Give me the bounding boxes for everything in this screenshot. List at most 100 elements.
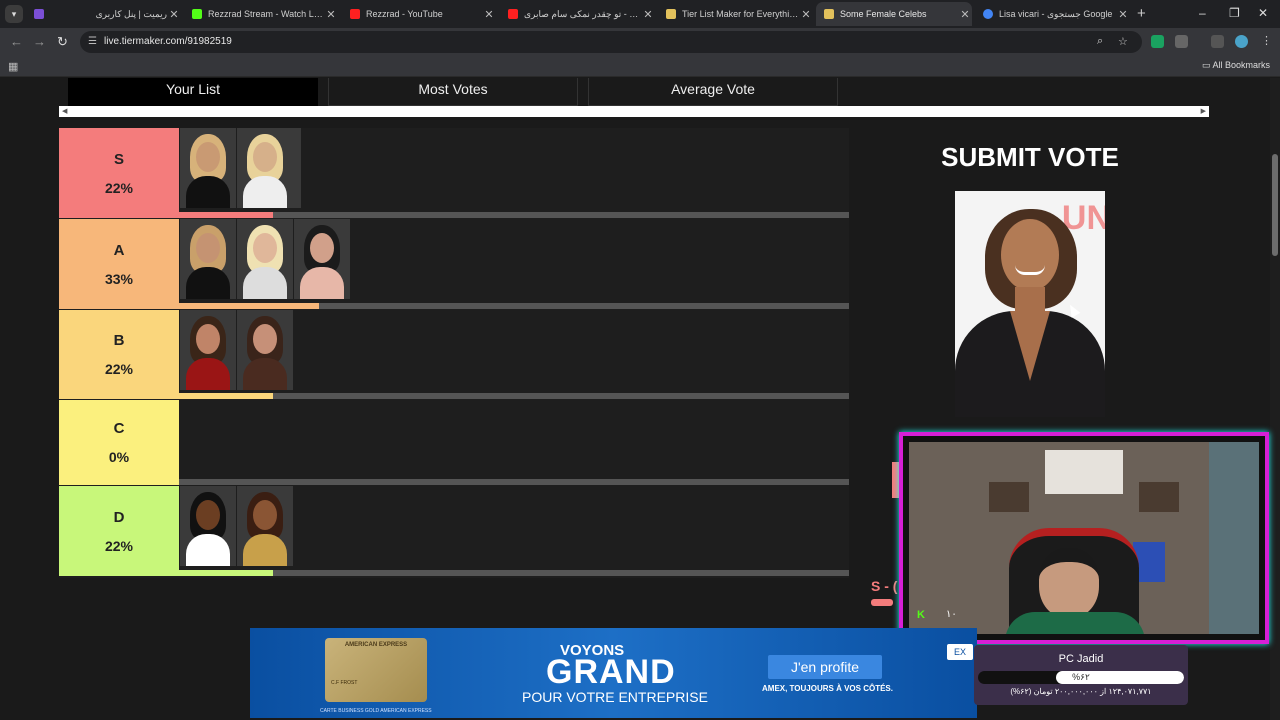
browser-tab-2[interactable]: Rezzrad Stream - Watch Live on ✕	[184, 2, 338, 26]
tier-label[interactable]: C 0%	[59, 400, 179, 485]
donation-percent: %۶۲	[1072, 672, 1090, 682]
all-bookmarks-button[interactable]: ▭ All Bookmarks	[1202, 60, 1270, 71]
tab-close-icon[interactable]: ✕	[799, 8, 813, 21]
tab-label: Tier List Maker for Everything -	[682, 9, 799, 19]
ad-headline-3: POUR VOTRE ENTREPRISE	[522, 689, 708, 705]
tab-close-icon[interactable]: ✕	[958, 8, 972, 21]
tab-search-icon[interactable]: ▾	[5, 5, 23, 23]
card-holder: C.F FROST	[331, 680, 358, 686]
tab-close-icon[interactable]: ✕	[324, 8, 338, 21]
site-info-icon[interactable]: ☰	[88, 36, 99, 47]
celeb-photo[interactable]	[180, 486, 236, 566]
tab-close-icon[interactable]: ✕	[1116, 8, 1130, 21]
tab-favicon	[192, 9, 202, 19]
bookmark-star-icon[interactable]: ☆	[1118, 35, 1128, 48]
tier-row-a: A 33%	[59, 219, 849, 309]
browser-tab-1[interactable]: ریمیت | پنل کاربری ✕	[26, 2, 181, 26]
tier-letter: A	[113, 241, 125, 259]
tier-letter: D	[113, 508, 125, 526]
tab-close-icon[interactable]: ✕	[641, 8, 655, 21]
media-controls-icon[interactable]	[1211, 35, 1224, 48]
menu-dots-icon[interactable]: ⋮	[1261, 34, 1272, 47]
celeb-photo[interactable]	[237, 219, 293, 299]
streamer-body	[1005, 612, 1145, 634]
forward-icon[interactable]: →	[33, 34, 46, 49]
tier-label[interactable]: S 22%	[59, 128, 179, 218]
tab-your-list[interactable]: Your List	[68, 78, 318, 106]
tab-average-vote[interactable]: Average Vote	[588, 78, 838, 106]
photo-face	[196, 233, 220, 263]
browser-tab-5[interactable]: Tier List Maker for Everything - ✕	[658, 2, 813, 26]
ad-close-icon[interactable]: EX	[947, 644, 973, 660]
tier-label[interactable]: B 22%	[59, 310, 179, 399]
browser-tab-7[interactable]: Lisa vicari - جستجوی Google ✕	[975, 2, 1130, 26]
tier-progress-fill	[179, 303, 319, 309]
scroll-left-icon[interactable]: ◀	[62, 107, 67, 115]
tier-percent: 22%	[104, 361, 134, 377]
back-icon[interactable]: ←	[10, 34, 23, 49]
donation-progress-bar: %۶۲	[978, 671, 1184, 684]
ad-banner[interactable]: AMERICAN EXPRESS C.F FROST CARTE BUSINES…	[250, 628, 977, 718]
tab-most-votes[interactable]: Most Votes	[328, 78, 578, 106]
tier-label[interactable]: D 22%	[59, 486, 179, 576]
tab-close-icon[interactable]: ✕	[167, 8, 181, 21]
tier-percent: 33%	[104, 270, 134, 287]
results-tier-bar	[871, 599, 893, 606]
tab-label: Some Female Celebs	[840, 9, 927, 19]
tier-items	[180, 128, 302, 208]
results-tier-label: S - (	[871, 578, 898, 594]
photo-face	[196, 324, 220, 354]
reload-icon[interactable]: ↻	[57, 34, 68, 50]
browser-tab-3[interactable]: Rezzrad - YouTube ✕	[342, 2, 496, 26]
restore-icon[interactable]: ❐	[1229, 6, 1240, 20]
vertical-scrollbar[interactable]	[1270, 78, 1280, 720]
celeb-photo[interactable]	[180, 310, 236, 390]
kick-logo-icon: K	[917, 609, 925, 621]
apps-grid-icon[interactable]: ▦	[8, 60, 18, 73]
photo-face	[310, 233, 334, 263]
tab-favicon	[34, 9, 44, 19]
tier-progress-bar	[179, 570, 849, 576]
tab-strip: ▾ ریمیت | پنل کاربری ✕ Rezzrad Stream - …	[0, 0, 1280, 28]
extension-shield-icon[interactable]	[1151, 35, 1164, 48]
tier-row-s: S 22%	[59, 128, 849, 218]
browser-tab-4[interactable]: تو چقدر نمکی سام صابری - Tube ✕	[500, 2, 655, 26]
photo-face	[253, 142, 277, 172]
all-bookmarks-label: All Bookmarks	[1212, 60, 1270, 70]
extensions-puzzle-icon[interactable]	[1175, 35, 1188, 48]
celeb-photo[interactable]	[237, 310, 293, 390]
ad-cta-button[interactable]: J'en profite	[768, 655, 882, 679]
ad-tagline: AMEX, TOUJOURS À VOS CÔTÉS.	[762, 684, 893, 693]
celeb-photo[interactable]	[237, 486, 293, 566]
ad-headline-2: GRAND	[546, 653, 676, 691]
tab-favicon	[983, 9, 993, 19]
tier-label[interactable]: A 33%	[59, 219, 179, 309]
address-bar[interactable]: ☰ live.tiermaker.com/91982519 ⌕ ☆	[80, 31, 1142, 53]
celeb-photo[interactable]	[180, 219, 236, 299]
tier-progress-fill	[179, 212, 273, 218]
photo-outfit	[243, 534, 287, 566]
tier-letter: S	[113, 150, 124, 168]
scrollbar-thumb[interactable]	[1272, 154, 1278, 256]
celeb-photo[interactable]	[294, 219, 350, 299]
tab-close-icon[interactable]: ✕	[482, 8, 496, 21]
close-window-icon[interactable]: ✕	[1258, 6, 1268, 20]
new-tab-icon[interactable]: +	[1137, 5, 1146, 22]
vote-candidate-photo[interactable]: UN	[955, 191, 1105, 417]
streamer-head	[1039, 548, 1099, 618]
url-text: live.tiermaker.com/91982519	[104, 36, 232, 47]
webcam-curtain	[1209, 442, 1259, 634]
tab-favicon	[824, 9, 834, 19]
tab-label: ریمیت | پنل کاربری	[95, 8, 167, 19]
horizontal-scrollbar[interactable]: ◀ ▶	[59, 106, 1209, 117]
tab-favicon	[666, 9, 676, 19]
celeb-photo[interactable]	[237, 128, 301, 208]
minimize-icon[interactable]: –	[1199, 6, 1206, 20]
zoom-icon[interactable]: ⌕	[1097, 35, 1103, 48]
profile-avatar[interactable]	[1235, 35, 1248, 48]
celeb-photo[interactable]	[180, 128, 236, 208]
photo-outfit	[243, 176, 287, 208]
browser-tab-active[interactable]: Some Female Celebs ✕	[816, 2, 972, 26]
webcam-shelf	[989, 482, 1029, 512]
scroll-right-icon[interactable]: ▶	[1201, 107, 1206, 115]
